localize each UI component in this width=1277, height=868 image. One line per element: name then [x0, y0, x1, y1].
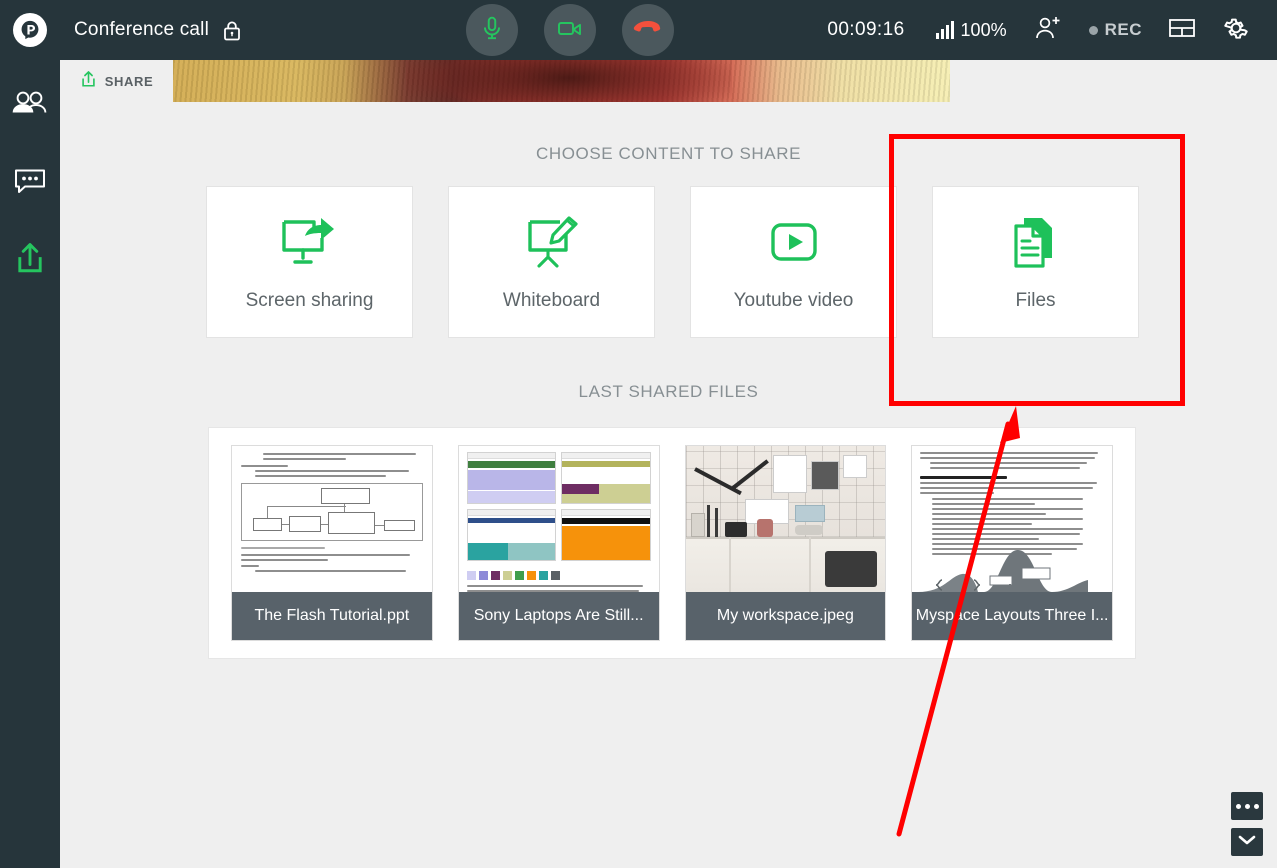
- uml-document-thumbnail: [232, 446, 432, 593]
- chevron-down-icon: [1238, 833, 1256, 851]
- call-title: Conference call: [74, 19, 210, 40]
- file-card[interactable]: My workspace.jpeg: [684, 445, 887, 641]
- microphone-icon: [479, 15, 505, 46]
- add-participant-button[interactable]: [1020, 0, 1076, 60]
- signal-bars-icon: [935, 21, 954, 39]
- left-rail: [0, 60, 60, 868]
- choose-content-title: CHOOSE CONTENT TO SHARE: [535, 144, 802, 163]
- settings-button[interactable]: [1209, 0, 1263, 60]
- layout-button[interactable]: [1155, 0, 1209, 60]
- file-name: My workspace.jpeg: [685, 592, 886, 640]
- layout-grid-icon: [1168, 16, 1196, 45]
- share-panel: CHOOSE CONTENT TO SHARE Screen sharing W…: [60, 102, 1277, 868]
- record-indicator[interactable]: REC: [1076, 0, 1155, 60]
- share-option-whiteboard[interactable]: Whiteboard: [448, 186, 655, 338]
- color-swatches: [459, 567, 659, 580]
- file-card[interactable]: Sony Laptops Are Still...: [457, 445, 660, 641]
- file-name: Sony Laptops Are Still...: [458, 592, 659, 640]
- share-option-youtube-video[interactable]: Youtube video: [690, 186, 897, 338]
- microphone-button[interactable]: [466, 4, 518, 56]
- whiteboard-pencil-icon: [521, 212, 583, 274]
- hangup-phone-icon: [633, 19, 663, 42]
- add-person-icon: [1033, 14, 1063, 47]
- video-camera-icon: [556, 16, 584, 45]
- workspace-photo-thumbnail: [685, 446, 886, 593]
- lock-icon: [223, 20, 241, 41]
- last-shared-files-list: The Flash Tutorial.ppt Sony Laptops Are …: [208, 427, 1136, 659]
- web-layouts-thumbnail: [458, 446, 659, 593]
- screen-share-icon: [279, 212, 341, 274]
- file-name: The Flash Tutorial.ppt: [232, 592, 432, 640]
- app-logo[interactable]: [0, 0, 60, 60]
- record-dot-icon: [1088, 25, 1098, 35]
- sidebar-item-participants[interactable]: [8, 84, 52, 128]
- collapse-button[interactable]: [1231, 828, 1263, 856]
- file-name: Myspace Layouts Three I...: [912, 592, 1112, 640]
- file-card[interactable]: The Flash Tutorial.ppt: [231, 445, 433, 641]
- tab-share[interactable]: SHARE: [60, 60, 173, 102]
- bottom-right-controls: [1231, 792, 1263, 856]
- tab-share-label: SHARE: [104, 73, 154, 89]
- last-shared-files-title: LAST SHARED FILES: [578, 382, 759, 401]
- call-timer: 00:09:16: [827, 19, 905, 40]
- file-card[interactable]: Myspace Layouts Three I...: [911, 445, 1113, 641]
- top-bar-right: 00:09:16 100% REC: [814, 0, 1263, 60]
- share-option-label: Youtube video: [733, 290, 854, 311]
- chat-bubble-icon: [13, 166, 47, 201]
- sidebar-item-share[interactable]: [8, 238, 52, 282]
- share-upload-icon: [80, 70, 97, 93]
- participant-video-strip[interactable]: [173, 60, 950, 102]
- share-options-list: Screen sharing Whiteboard Youtube video …: [206, 186, 1139, 338]
- more-options-button[interactable]: [1231, 792, 1263, 820]
- share-option-label: Whiteboard: [502, 290, 601, 311]
- hangup-button[interactable]: [622, 4, 674, 56]
- sidebar-item-chat[interactable]: [8, 161, 52, 205]
- record-label: REC: [1104, 20, 1142, 39]
- app-root: Conference call 00:09:16 100% REC SHARE …: [0, 0, 1277, 868]
- documents-icon: [1008, 212, 1064, 274]
- top-bar: Conference call 00:09:16 100% REC: [0, 0, 1277, 60]
- share-upload-icon: [14, 241, 46, 280]
- signal-strength: 100%: [923, 0, 1020, 60]
- share-option-screen-sharing[interactable]: Screen sharing: [206, 186, 413, 338]
- more-dots-icon: [1235, 803, 1259, 809]
- proficonf-logo-icon: [13, 13, 47, 47]
- share-option-files[interactable]: Files: [932, 186, 1139, 338]
- share-option-label: Files: [1015, 290, 1056, 311]
- camera-button[interactable]: [544, 4, 596, 56]
- call-controls: [466, 0, 674, 60]
- tech-curve-document-thumbnail: [912, 446, 1112, 593]
- play-button-icon: [763, 212, 825, 274]
- people-icon: [12, 89, 48, 124]
- share-option-label: Screen sharing: [245, 290, 374, 311]
- gear-icon: [1222, 14, 1250, 47]
- signal-value: 100%: [960, 19, 1007, 40]
